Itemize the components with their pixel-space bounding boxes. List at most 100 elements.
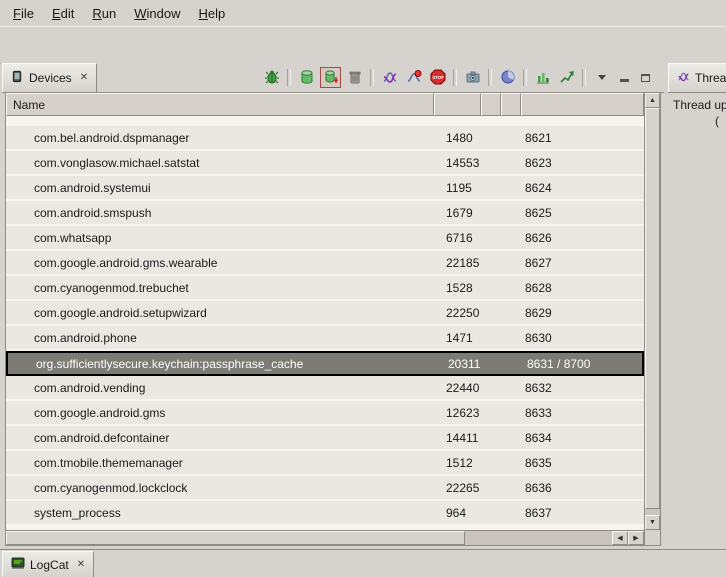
cell-name: com.android.phone <box>6 331 434 345</box>
cell-pid: 964 <box>434 506 481 520</box>
cell-pid: 22265 <box>434 481 481 495</box>
system-info-icon[interactable] <box>497 67 518 88</box>
process-table: Name com.bel.android.dspmanager 1480 862… <box>5 92 661 546</box>
column-header[interactable] <box>501 93 521 116</box>
cell-name: com.bel.android.dspmanager <box>6 131 434 145</box>
tab-logcat[interactable]: LogCat ✕ <box>2 551 94 577</box>
table-row[interactable]: com.cyanogenmod.trebuchet 1528 8628 <box>6 276 644 301</box>
vertical-scrollbar[interactable]: ▲ ▼ <box>644 93 660 530</box>
devices-view: Devices ✕ <box>2 62 664 549</box>
cell-port: 8624 <box>521 181 644 195</box>
threads-tabbar: Threads ✕ <box>668 62 726 93</box>
column-header-name[interactable]: Name <box>6 93 434 116</box>
cell-pid: 22250 <box>434 306 481 320</box>
hierarchy-view-icon[interactable] <box>532 67 553 88</box>
cell-port: 8625 <box>521 206 644 220</box>
table-row[interactable]: com.vonglasow.michael.satstat 14553 8623 <box>6 151 644 176</box>
scroll-up-icon[interactable]: ▲ <box>645 93 660 108</box>
cell-port: 8628 <box>521 281 644 295</box>
close-icon[interactable]: ✕ <box>77 559 85 570</box>
threads-message-line1: Thread up <box>673 98 726 112</box>
table-row[interactable]: com.whatsapp 6716 8626 <box>6 226 644 251</box>
menu-window[interactable]: Window <box>125 3 189 24</box>
horizontal-scrollbar-track[interactable] <box>465 531 612 545</box>
update-threads-icon[interactable] <box>379 67 400 88</box>
minimize-icon[interactable] <box>615 69 633 85</box>
cell-port: 8623 <box>521 156 644 170</box>
cell-name: system_process <box>6 506 434 520</box>
cell-pid: 1512 <box>434 456 481 470</box>
table-header: Name <box>6 93 644 116</box>
cell-pid: 22440 <box>434 381 481 395</box>
pixel-perfect-icon[interactable] <box>556 67 577 88</box>
scroll-left-icon[interactable]: ◀ <box>612 531 628 545</box>
cell-pid: 1471 <box>434 331 481 345</box>
cell-name: com.android.systemui <box>6 181 434 195</box>
cell-port: 8633 <box>521 406 644 420</box>
menu-help[interactable]: Help <box>189 3 234 24</box>
cell-pid: 1480 <box>434 131 481 145</box>
screen-capture-icon[interactable] <box>462 67 483 88</box>
scroll-right-icon[interactable]: ▶ <box>628 531 644 545</box>
gc-icon[interactable] <box>344 67 365 88</box>
table-row[interactable]: com.android.vending 22440 8632 <box>6 376 644 401</box>
debug-icon[interactable] <box>261 67 282 88</box>
cell-port: 8635 <box>521 456 644 470</box>
table-row[interactable]: com.android.smspush 1679 8625 <box>6 201 644 226</box>
cell-pid: 14553 <box>434 156 481 170</box>
tab-threads[interactable]: Threads ✕ <box>668 63 726 92</box>
cell-pid: 22185 <box>434 256 481 270</box>
table-row[interactable]: com.android.defcontainer 14411 8634 <box>6 426 644 451</box>
tab-devices[interactable]: Devices ✕ <box>2 63 97 92</box>
dump-hprof-icon[interactable] <box>320 67 341 88</box>
column-header-port[interactable] <box>521 93 644 116</box>
table-row[interactable]: com.bel.android.dspmanager 1480 8621 <box>6 126 644 151</box>
cell-name: com.google.android.gms <box>6 406 434 420</box>
close-icon[interactable]: ✕ <box>80 72 88 83</box>
toolbar-separator <box>582 69 586 86</box>
menu-run[interactable]: Run <box>83 3 125 24</box>
menu-edit[interactable]: Edit <box>43 3 83 24</box>
cell-name: com.cyanogenmod.trebuchet <box>6 281 434 295</box>
toolbar-separator <box>488 69 492 86</box>
table-row[interactable]: com.google.android.gms.wearable 22185 86… <box>6 251 644 276</box>
cell-name: com.android.defcontainer <box>6 431 434 445</box>
maximize-icon[interactable] <box>636 69 654 85</box>
cell-port: 8632 <box>521 381 644 395</box>
scrollbar-corner <box>644 530 660 545</box>
table-row[interactable]: com.android.phone 1471 8630 <box>6 326 644 351</box>
horizontal-scrollbar-thumb[interactable] <box>6 531 465 545</box>
menu-file[interactable]: File <box>4 3 43 24</box>
column-header[interactable] <box>481 93 501 116</box>
table-row[interactable]: com.android.systemui 1195 8624 <box>6 176 644 201</box>
table-row[interactable]: com.google.android.setupwizard 22250 862… <box>6 301 644 326</box>
scroll-down-icon[interactable]: ▼ <box>645 515 660 530</box>
table-row[interactable]: com.cyanogenmod.lockclock 22265 8636 <box>6 476 644 501</box>
threads-view: Threads ✕ Thread up ( <box>668 62 726 549</box>
cell-name: com.google.android.gms.wearable <box>6 256 434 270</box>
horizontal-scrollbar[interactable]: ◀ ▶ <box>6 530 644 545</box>
table-row[interactable]: system_process 964 8637 <box>6 501 644 526</box>
stop-process-icon[interactable]: STOP <box>427 67 448 88</box>
cell-pid: 1679 <box>434 206 481 220</box>
cell-name: com.android.smspush <box>6 206 434 220</box>
process-table-body: com.bel.android.dspmanager 1480 8621 com… <box>6 116 644 530</box>
table-row[interactable]: org.sufficientlysecure.keychain:passphra… <box>6 351 644 376</box>
table-row[interactable]: com.google.android.gms 12623 8633 <box>6 401 644 426</box>
toolbar-separator <box>370 69 374 86</box>
vertical-scrollbar-thumb[interactable] <box>645 108 660 509</box>
toolbar-separator <box>523 69 527 86</box>
device-icon <box>11 70 24 86</box>
cell-name: com.whatsapp <box>6 231 434 245</box>
cell-pid: 14411 <box>434 431 481 445</box>
method-profiling-icon[interactable] <box>403 67 424 88</box>
threads-message-line2: ( <box>715 114 719 128</box>
table-row[interactable]: com.tmobile.thememanager 1512 8635 <box>6 451 644 476</box>
svg-text:STOP: STOP <box>432 75 444 80</box>
cell-port: 8630 <box>521 331 644 345</box>
view-menu-icon[interactable] <box>591 67 612 88</box>
column-header-pid[interactable] <box>434 93 481 116</box>
update-heap-icon[interactable] <box>296 67 317 88</box>
main-toolbar <box>0 26 726 64</box>
cell-port: 8636 <box>521 481 644 495</box>
